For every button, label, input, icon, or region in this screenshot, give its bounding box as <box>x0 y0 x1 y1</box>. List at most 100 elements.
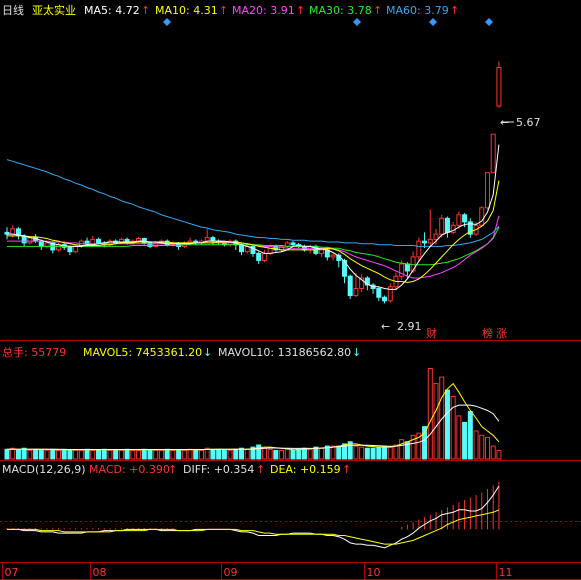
volume-bar <box>313 446 319 460</box>
candle <box>330 253 336 261</box>
volume-bar <box>370 447 376 460</box>
period-label: 日线 <box>2 3 24 17</box>
volume-bar <box>427 367 433 460</box>
dea-arrow: ↑ <box>342 463 351 476</box>
mavol10-arrow: ↓ <box>352 346 361 359</box>
ma5-label: MA5: 4.72 <box>84 4 140 17</box>
candle-body <box>38 240 44 247</box>
month-label: 09 <box>224 566 238 579</box>
candle-body <box>433 233 439 240</box>
event-markers <box>163 18 493 26</box>
candle <box>107 239 113 247</box>
volume-bar <box>227 449 233 460</box>
low-price-label: 2.91 <box>397 320 422 333</box>
candle <box>422 232 428 249</box>
ma5-line <box>7 144 500 290</box>
volume-bar <box>221 449 227 460</box>
volume-bar <box>336 445 342 460</box>
volume-bar <box>90 449 96 460</box>
volume-bar <box>113 449 119 460</box>
mavol10-label: MAVOL10: 13186562.80 <box>218 346 351 359</box>
ma60-line <box>6 159 500 247</box>
volume-bar <box>193 449 199 460</box>
candle-body <box>353 288 359 297</box>
volume-bar <box>170 449 176 460</box>
candle <box>376 286 382 301</box>
candle <box>467 218 473 238</box>
volume-bar <box>330 445 336 460</box>
volume-bar <box>387 446 393 460</box>
volume-bar <box>10 447 16 460</box>
volume-bar <box>101 448 107 460</box>
candle-body <box>27 237 33 244</box>
volume-bar <box>50 448 56 460</box>
dea-line <box>7 509 500 545</box>
candle-body <box>404 263 410 272</box>
month-label: 07 <box>5 566 19 579</box>
volume-bar <box>450 395 456 460</box>
diff-line <box>7 485 500 549</box>
candle-body <box>21 235 27 244</box>
volume-bar <box>107 449 113 460</box>
volume-bar <box>198 449 204 460</box>
candle-body <box>261 252 267 261</box>
candle <box>261 249 267 263</box>
volume-bar <box>124 448 130 460</box>
ma20-label: MA20: 3.91 <box>232 4 295 17</box>
volume-bar <box>67 449 73 460</box>
volume-bar <box>353 445 359 460</box>
candle-body <box>410 256 416 272</box>
low-arrow: ← <box>381 320 390 333</box>
candle-body <box>267 245 273 254</box>
macd-value-label: MACD: +0.390 <box>89 463 170 476</box>
volume-bar <box>118 449 124 460</box>
ma60-label: MA60: 3.79 <box>386 4 449 17</box>
candle-body <box>416 240 422 258</box>
volume-bar <box>382 445 388 460</box>
candle <box>359 274 365 293</box>
candle-body <box>347 275 353 297</box>
volume-bar <box>319 447 325 460</box>
volume-bar <box>444 389 450 460</box>
volume-bar <box>210 448 216 460</box>
candle <box>347 274 353 300</box>
month-label: 11 <box>499 566 513 579</box>
candle-body <box>479 207 485 226</box>
candle-body <box>256 252 262 261</box>
volume-bar <box>473 430 479 460</box>
volume-bar <box>484 436 490 460</box>
volume-bar <box>393 444 399 460</box>
volume-header: 总手: 55779 MAVOL5: 7453361.20 ↓ MAVOL10: … <box>2 345 361 359</box>
tag-zhang: 涨 <box>496 327 507 340</box>
volume-bar <box>359 446 365 460</box>
candle <box>444 216 450 238</box>
volume-bar <box>187 448 193 460</box>
candle <box>387 283 393 303</box>
candle <box>15 227 21 240</box>
candle-body <box>73 245 79 253</box>
candle-body <box>290 242 296 246</box>
volume-bar <box>399 439 405 460</box>
month-axis: 07 08 09 10 11 <box>2 563 513 579</box>
candle-body <box>376 288 382 298</box>
candle-body <box>427 238 433 244</box>
candle-body <box>239 244 245 253</box>
volume-bar <box>158 449 164 460</box>
candle-body <box>55 244 61 251</box>
ma30-arrow: ↑ <box>373 4 382 17</box>
candle <box>256 251 262 264</box>
candle-body <box>439 217 445 235</box>
volume-bar <box>15 449 21 460</box>
candle <box>416 237 422 261</box>
volume-bar <box>273 449 279 460</box>
diff-value-label: DIFF: +0.354 <box>183 463 254 476</box>
macd-arrow: ↑ <box>168 463 177 476</box>
volume-bar <box>433 383 439 460</box>
candle <box>284 241 290 249</box>
candle-body <box>462 214 468 223</box>
candle <box>479 206 485 228</box>
volume-bar <box>490 445 496 460</box>
candle <box>382 295 388 304</box>
candle-body <box>444 217 450 233</box>
month-label: 10 <box>367 566 381 579</box>
